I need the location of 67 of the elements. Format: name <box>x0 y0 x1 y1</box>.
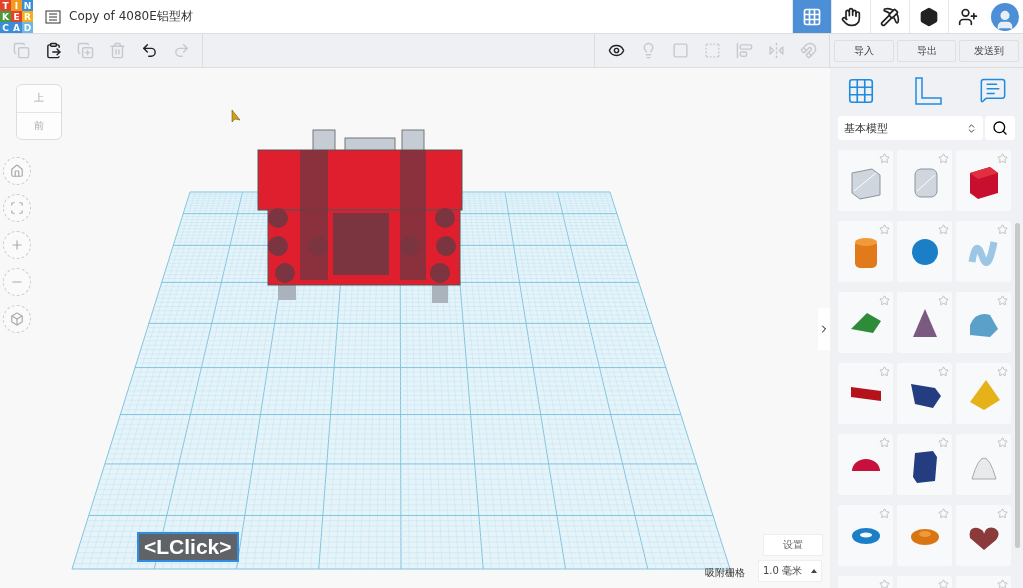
cube-face-label: 前 <box>17 111 61 139</box>
shape-card[interactable] <box>838 434 893 495</box>
shape-card[interactable] <box>897 292 952 353</box>
torus-shape-icon <box>851 527 880 544</box>
star-icon[interactable] <box>997 508 1008 519</box>
notes-icon[interactable] <box>979 76 1007 104</box>
action-button[interactable]: 发送到 <box>959 39 1019 62</box>
snap-grid-label: 吸附栅格 <box>705 566 745 580</box>
star-icon[interactable] <box>879 153 890 164</box>
home-button[interactable] <box>3 157 31 185</box>
fit-icon <box>10 201 24 215</box>
perspective-icon <box>10 312 24 326</box>
shape-card[interactable] <box>897 221 952 282</box>
fit-button[interactable] <box>3 194 31 222</box>
star-icon[interactable] <box>879 437 890 448</box>
tube-shape-icon <box>910 526 939 545</box>
star-icon[interactable] <box>938 153 949 164</box>
star-icon[interactable] <box>879 508 890 519</box>
shape-card[interactable] <box>838 363 893 424</box>
star-icon[interactable] <box>879 224 890 235</box>
star-icon[interactable] <box>938 579 949 588</box>
action-button[interactable]: 导入 <box>834 39 894 62</box>
home-icon <box>10 164 24 178</box>
shape-card[interactable] <box>838 505 893 566</box>
roof-shape-icon <box>850 312 881 333</box>
perspective-button[interactable] <box>3 305 31 333</box>
category-select[interactable]: 基本模型 <box>838 116 983 140</box>
logo[interactable]: T I N K E R C A D <box>0 0 33 33</box>
menu-list-icon[interactable] <box>45 9 61 24</box>
star-icon[interactable] <box>997 366 1008 377</box>
star-icon[interactable] <box>879 295 890 306</box>
shape-card[interactable] <box>956 150 1011 211</box>
star-icon[interactable] <box>938 508 949 519</box>
star-icon[interactable] <box>997 437 1008 448</box>
star-icon[interactable] <box>879 366 890 377</box>
ruler-icon[interactable] <box>912 76 943 106</box>
snap-grid-select[interactable]: 1.0 毫米 <box>758 560 822 582</box>
settings-button[interactable]: 设置 <box>763 534 823 556</box>
star-icon[interactable] <box>938 295 949 306</box>
zoom-in-icon <box>10 238 24 252</box>
star-icon[interactable] <box>938 437 949 448</box>
shape-card[interactable] <box>897 363 952 424</box>
zoom-in-button[interactable] <box>3 231 31 259</box>
shape-card[interactable] <box>956 505 1011 566</box>
workplane-icon[interactable] <box>846 76 876 106</box>
star-icon[interactable] <box>938 224 949 235</box>
star-icon[interactable] <box>879 579 890 588</box>
design-title: Copy of 4080E铝型材 <box>69 8 193 25</box>
star-icon[interactable] <box>938 366 949 377</box>
half-sphere-shape-icon <box>851 458 880 471</box>
shape-card[interactable] <box>897 434 952 495</box>
avatar-icon[interactable] <box>991 2 1019 31</box>
shape-card[interactable] <box>838 292 893 353</box>
cursor-icon <box>231 109 241 123</box>
star-icon[interactable] <box>997 224 1008 235</box>
caret-icon <box>811 569 817 573</box>
star-icon[interactable] <box>997 295 1008 306</box>
click-indicator: <LClick> <box>137 532 239 562</box>
sort-arrows-icon <box>966 122 977 134</box>
scrollbar[interactable] <box>1015 223 1020 548</box>
zoom-out-button[interactable] <box>3 268 31 296</box>
star-icon[interactable] <box>997 153 1008 164</box>
panel-toggle[interactable] <box>818 308 830 350</box>
search-icon <box>992 120 1008 136</box>
action-button[interactable]: 导出 <box>896 39 957 62</box>
search-button[interactable] <box>985 116 1015 140</box>
star-icon[interactable] <box>997 579 1008 588</box>
